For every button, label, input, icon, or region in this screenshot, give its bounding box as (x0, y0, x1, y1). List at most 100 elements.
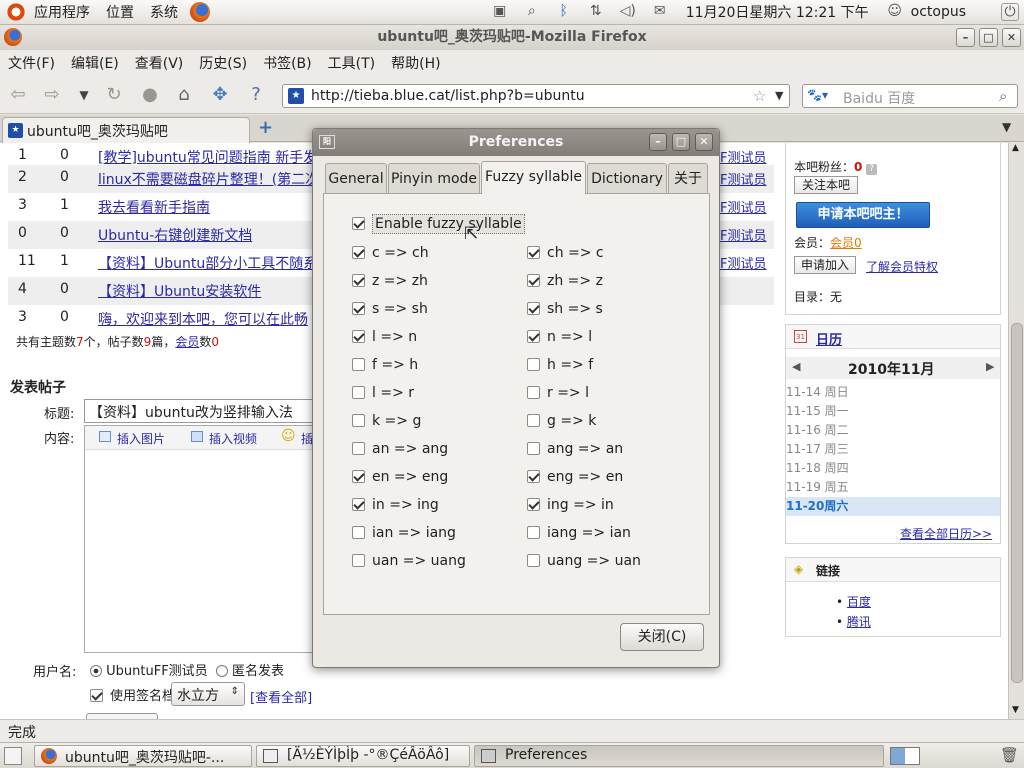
link-item[interactable]: • 腾讯 (836, 612, 871, 632)
calendar-day[interactable]: 11-18 周四 (786, 459, 1000, 478)
workspace-switcher[interactable] (890, 747, 920, 765)
fuzzy-checkbox[interactable] (352, 554, 365, 567)
content-editor[interactable]: 插入图片 插入视频 ☺ 插 (84, 425, 314, 653)
fuzzy-option[interactable]: h => f (527, 357, 593, 373)
insert-image-button[interactable]: 插入图片 (117, 430, 165, 447)
join-button[interactable]: 申请加入 (794, 256, 856, 274)
history-dropdown-icon[interactable]: ▼ (72, 84, 96, 106)
learn-privileges-text[interactable]: 了解会员特权 (866, 260, 938, 274)
tab-dictionary[interactable]: Dictionary (587, 163, 667, 193)
fans-help-icon[interactable]: ? (866, 164, 878, 175)
system-menu[interactable]: 系统 (142, 2, 186, 22)
url-dropdown-icon[interactable]: ▼ (775, 89, 783, 102)
anonymous-radio[interactable] (215, 665, 228, 677)
task-firefox[interactable]: ubuntu吧_奥茨玛贴吧-... (34, 745, 252, 767)
power-icon[interactable]: ⏻ (1001, 3, 1019, 21)
fuzzy-option[interactable]: g => k (527, 413, 596, 429)
fuzzy-option[interactable]: sh => s (527, 301, 603, 317)
menu-bookmarks[interactable]: 书签(B) (255, 53, 320, 73)
fuzzy-checkbox[interactable] (352, 526, 365, 539)
fuzzy-option[interactable]: ing => in (527, 497, 614, 513)
dialog-maximize-button[interactable]: □ (672, 133, 690, 151)
mail-icon[interactable]: ✉ (649, 3, 671, 21)
applications-menu[interactable]: 应用程序 (26, 2, 98, 22)
search-bar[interactable]: 🐾▾ Baidu 百度 ⌕ (802, 84, 1018, 108)
menu-file[interactable]: 文件(F) (0, 53, 63, 73)
fuzzy-checkbox[interactable] (352, 330, 365, 343)
menu-edit[interactable]: 编辑(E) (63, 53, 127, 73)
thread-link[interactable]: 【资料】Ubuntu部分小工具不随系 (98, 253, 317, 273)
calendar-day[interactable]: 11-17 周三 (786, 440, 1000, 459)
fuzzy-option[interactable]: eng => en (527, 469, 623, 485)
thread-link[interactable]: 我去看看新手指南 (98, 197, 210, 217)
fuzzy-checkbox[interactable] (527, 554, 540, 567)
reload-icon[interactable]: ↻ (102, 84, 126, 106)
calendar-today[interactable]: 11-20周六 (786, 497, 1000, 516)
task-editor[interactable]: [Ä½ÈÝÌþÌþ -°®ÇéÂöÂô] (256, 745, 470, 767)
menu-tools[interactable]: 工具(T) (320, 53, 383, 73)
fuzzy-checkbox[interactable] (527, 414, 540, 427)
close-button[interactable]: 关闭(C) (620, 623, 704, 651)
close-window-button[interactable]: ✕ (1002, 28, 1021, 47)
url-bar[interactable]: ★ http://tieba.blue.cat/list.php?b=ubunt… (282, 84, 790, 108)
tab-about[interactable]: 关于 (668, 163, 708, 193)
fuzzy-checkbox[interactable] (527, 246, 540, 259)
show-desktop-icon[interactable] (4, 747, 22, 765)
fuzzy-checkbox[interactable] (352, 358, 365, 371)
author-link[interactable]: F测试员 (720, 169, 766, 188)
enable-fuzzy-checkbox[interactable] (352, 217, 365, 230)
menu-help[interactable]: 帮助(H) (383, 53, 448, 73)
network-icon[interactable]: ⇅ (585, 3, 607, 21)
fuzzy-option[interactable]: uang => uan (527, 553, 641, 569)
fuzzy-option[interactable]: l => r (352, 385, 414, 401)
fuzzy-option[interactable]: z => zh (352, 273, 428, 289)
trash-icon[interactable]: 🗑 (1000, 746, 1019, 764)
forward-icon[interactable]: ⇨ (40, 84, 64, 106)
scroll-up-icon[interactable]: ▲ (1012, 143, 1019, 153)
minimize-button[interactable]: – (956, 28, 975, 47)
next-month-icon[interactable]: ▶ (986, 360, 994, 373)
fuzzy-option[interactable]: en => eng (352, 469, 448, 485)
calendar-day[interactable]: 11-14 周日 (786, 383, 1000, 402)
back-icon[interactable]: ⇦ (6, 84, 30, 106)
places-menu[interactable]: 位置 (98, 2, 142, 22)
tab-list-icon[interactable]: ▼ (1002, 120, 1011, 134)
scroll-down-icon[interactable]: ▼ (1012, 705, 1019, 715)
calendar-day[interactable]: 11-16 周二 (786, 421, 1000, 440)
enable-fuzzy-option[interactable]: Enable fuzzy syllable ⇱ (352, 214, 525, 244)
insert-video-button[interactable]: 插入视频 (209, 430, 257, 447)
username-radio[interactable] (90, 665, 102, 677)
browser-tab[interactable]: ★ ubuntu吧_奥茨玛贴吧 (2, 117, 250, 143)
fuzzy-checkbox[interactable] (352, 274, 365, 287)
user-icon[interactable]: ☺ (884, 3, 906, 21)
emoticon-icon[interactable]: ☺ (281, 428, 296, 444)
fuzzy-checkbox[interactable] (527, 274, 540, 287)
ubuntu-logo-icon[interactable] (6, 2, 26, 22)
fuzzy-option[interactable]: k => g (352, 413, 421, 429)
fuzzy-option[interactable]: in => ing (352, 497, 439, 513)
maximize-button[interactable]: □ (979, 28, 998, 47)
firefox-launcher-icon[interactable] (190, 2, 210, 22)
member-link[interactable]: 会员 (175, 335, 199, 349)
fuzzy-checkbox[interactable] (352, 414, 365, 427)
signature-checkbox[interactable] (90, 689, 103, 702)
bookmark-star-icon[interactable]: ☆ (753, 87, 766, 105)
user-name[interactable]: octopus (911, 4, 996, 20)
fuzzy-option[interactable]: uan => uang (352, 553, 466, 569)
title-input[interactable]: 【资料】ubuntu改为竖排输入法 (84, 399, 314, 423)
follow-button[interactable]: 关注本吧 (794, 176, 858, 194)
thread-link[interactable]: 嗨，欢迎来到本吧，您可以在此畅 (98, 309, 308, 329)
fuzzy-option[interactable]: ang => an (527, 441, 623, 457)
bluetooth-icon[interactable]: ᛒ (553, 3, 575, 21)
fuzzy-checkbox[interactable] (527, 358, 540, 371)
fuzzy-option[interactable]: r => l (527, 385, 589, 401)
tab-general[interactable]: General (325, 163, 387, 193)
thread-link[interactable]: Ubuntu-右键创建新文档 (98, 225, 252, 245)
clock[interactable]: 11月20日星期六 12:21 下午 (676, 2, 879, 22)
thread-link[interactable]: [教学]ubuntu常见问题指南 新手发 (98, 147, 317, 167)
dialog-minimize-button[interactable]: – (649, 133, 667, 151)
fuzzy-checkbox[interactable] (527, 470, 540, 483)
menu-view[interactable]: 查看(V) (127, 53, 192, 73)
home-icon[interactable]: ⌂ (172, 84, 196, 106)
thread-link[interactable]: linux不需要磁盘碎片整理！(第二次 (98, 169, 319, 189)
